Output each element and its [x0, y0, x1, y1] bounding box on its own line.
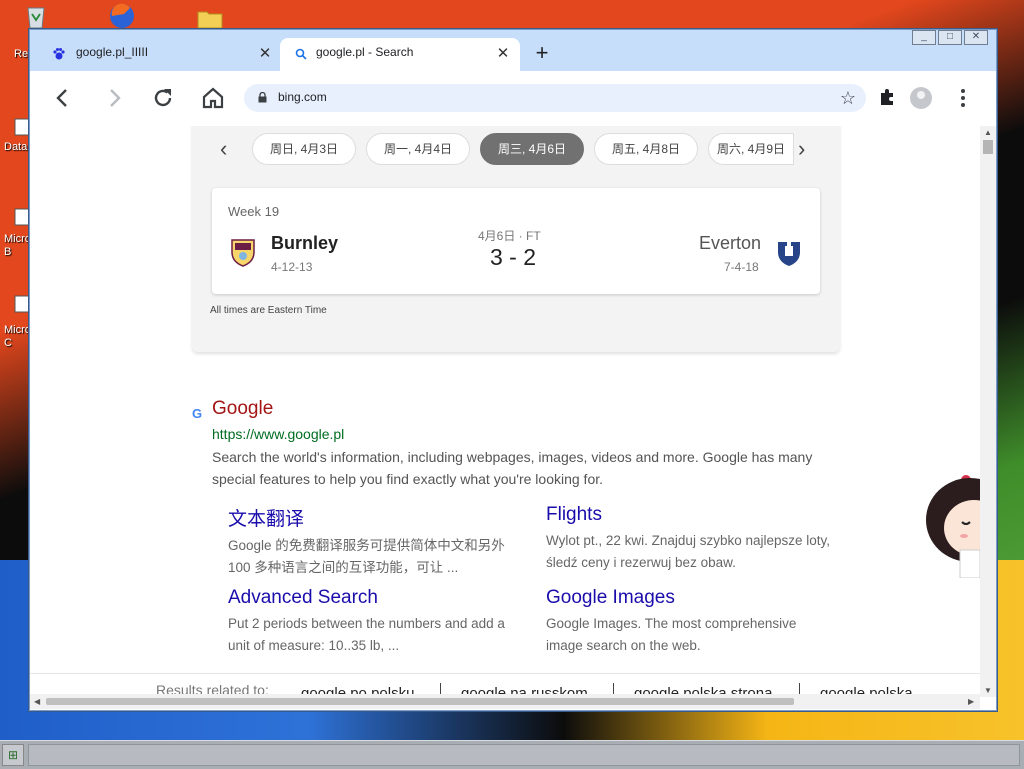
result-url[interactable]: https://www.google.pl [212, 426, 344, 442]
reload-icon[interactable] [150, 85, 176, 111]
sublink-google-images: Google Images Google Images. The most co… [546, 587, 836, 657]
date-pill-active[interactable]: 周三, 4月6日 [480, 133, 584, 165]
sublink-title[interactable]: Advanced Search [228, 587, 518, 609]
match-date-status: 4月6日 · FT [478, 229, 541, 243]
burnley-crest-icon [231, 239, 255, 267]
mascot-girl-icon[interactable] [926, 466, 980, 578]
google-g-icon: G [192, 406, 203, 421]
data-file-icon[interactable] [14, 118, 30, 136]
timezone-note: All times are Eastern Time [210, 305, 327, 316]
scroll-right-arrow-icon[interactable]: ▶ [968, 697, 974, 706]
sublink-desc: Google Images. The most comprehensive im… [546, 616, 797, 653]
recycle-bin-icon[interactable] [22, 2, 50, 30]
taskbar-tray [28, 744, 1020, 766]
dates-prev-chevron-icon[interactable]: ‹ [220, 138, 227, 160]
desktop-icon-label: Re [14, 48, 29, 60]
tab-search[interactable]: google.pl - Search ✕ [280, 38, 520, 71]
tab-google-pl[interactable]: google.pl_IIIII ✕ [38, 38, 282, 71]
date-pill[interactable]: 周日, 4月3日 [252, 133, 356, 165]
url-text: bing.com [278, 90, 327, 104]
home-team-record: 4-12-13 [271, 260, 313, 274]
profile-avatar[interactable] [910, 87, 932, 109]
minimize-button[interactable]: _ [912, 30, 936, 45]
new-tab-button[interactable]: + [530, 42, 554, 64]
horizontal-scroll-thumb[interactable] [46, 698, 794, 705]
lock-icon [258, 92, 267, 103]
firefox-icon[interactable] [108, 2, 136, 30]
sublink-desc: Google 的免费翻译服务可提供简体中文和另外 100 多种语言之间的互译功能… [228, 538, 505, 575]
date-pill[interactable]: 周五, 4月8日 [594, 133, 698, 165]
desktop-icon-label: Micro B [4, 233, 31, 258]
sublink-translate: 文本翻译 Google 的免费翻译服务可提供简体中文和另外 100 多种语言之间… [228, 504, 518, 579]
tab-title: google.pl - Search [316, 45, 414, 59]
scroll-left-arrow-icon[interactable]: ◀ [34, 697, 40, 706]
everton-crest-icon [778, 242, 800, 266]
result-snippet: Search the world's information, includin… [212, 449, 813, 487]
close-window-button[interactable]: ✕ [964, 30, 988, 45]
date-pill[interactable]: 周六, 4月9日 [708, 133, 794, 165]
maximize-button[interactable]: □ [938, 30, 962, 45]
folder-icon[interactable] [196, 4, 224, 32]
extensions-puzzle-icon[interactable] [876, 86, 898, 108]
baidu-paw-icon [53, 48, 65, 60]
search-icon [295, 48, 307, 60]
related-searches-bar: Results related to: google po polsku goo… [30, 673, 980, 696]
bookmark-star-icon[interactable]: ☆ [840, 88, 856, 109]
sublink-title[interactable]: Flights [546, 504, 836, 526]
home-icon[interactable] [200, 85, 226, 111]
address-bar[interactable]: bing.com ☆ [244, 84, 866, 112]
close-tab-icon[interactable]: ✕ [494, 46, 512, 62]
sublink-title[interactable]: Google Images [546, 587, 836, 609]
vertical-scroll-thumb[interactable] [983, 140, 993, 154]
dates-next-chevron-icon[interactable]: › [798, 138, 805, 160]
vertical-scrollbar[interactable]: ▲ ▼ [980, 126, 996, 697]
browser-toolbar: bing.com ☆ [30, 71, 996, 127]
desktop-icon-label: Data [4, 141, 28, 153]
sublink-advanced-search: Advanced Search Put 2 periods between th… [228, 587, 518, 657]
date-pill[interactable]: 周一, 4月4日 [366, 133, 470, 165]
match-score: 3 - 2 [490, 244, 537, 270]
desktop-icon-label: Micro C [4, 324, 31, 349]
close-tab-icon[interactable]: ✕ [256, 46, 274, 62]
taskbar: ⊞ [0, 740, 1024, 769]
scroll-down-arrow-icon[interactable]: ▼ [984, 686, 992, 695]
away-team-record: 7-4-18 [724, 260, 759, 274]
start-button[interactable]: ⊞ [2, 744, 24, 766]
browser-window: google.pl_IIIII ✕ google.pl - Search ✕ +… [29, 29, 997, 711]
sports-scores-card: ‹ 周日, 4月3日 周一, 4月4日 周三, 4月6日 周五, 4月8日 周六… [192, 126, 840, 352]
match-card[interactable]: Week 19 Burnley 4-12-13 4月6日 · FT 3 - 2 … [212, 188, 820, 294]
page-content: ‹ 周日, 4月3日 周一, 4月4日 周三, 4月6日 周五, 4月8日 周六… [30, 126, 980, 696]
result-title-link[interactable]: Google [212, 398, 273, 420]
sublink-flights: Flights Wylot pt., 22 kwi. Znajduj szybk… [546, 504, 836, 574]
back-icon[interactable] [50, 85, 76, 111]
sublink-desc: Wylot pt., 22 kwi. Znajduj szybko najlep… [546, 533, 831, 570]
forward-icon[interactable] [101, 85, 127, 111]
away-team-name: Everton [699, 233, 762, 253]
home-team-name: Burnley [271, 233, 339, 253]
microsoft-b-icon[interactable] [14, 208, 30, 226]
more-menu-icon[interactable] [950, 85, 976, 111]
scroll-up-arrow-icon[interactable]: ▲ [984, 128, 992, 137]
horizontal-scrollbar[interactable]: ◀ ▶ [30, 694, 980, 709]
sublink-title[interactable]: 文本翻译 [228, 504, 518, 531]
microsoft-c-icon[interactable] [14, 295, 30, 313]
window-controls: _ □ ✕ [912, 30, 988, 46]
tab-title: google.pl_IIIII [76, 45, 149, 59]
match-week: Week 19 [228, 204, 280, 219]
sublink-desc: Put 2 periods between the numbers and ad… [228, 616, 505, 653]
tab-strip: google.pl_IIIII ✕ google.pl - Search ✕ +… [30, 30, 996, 71]
